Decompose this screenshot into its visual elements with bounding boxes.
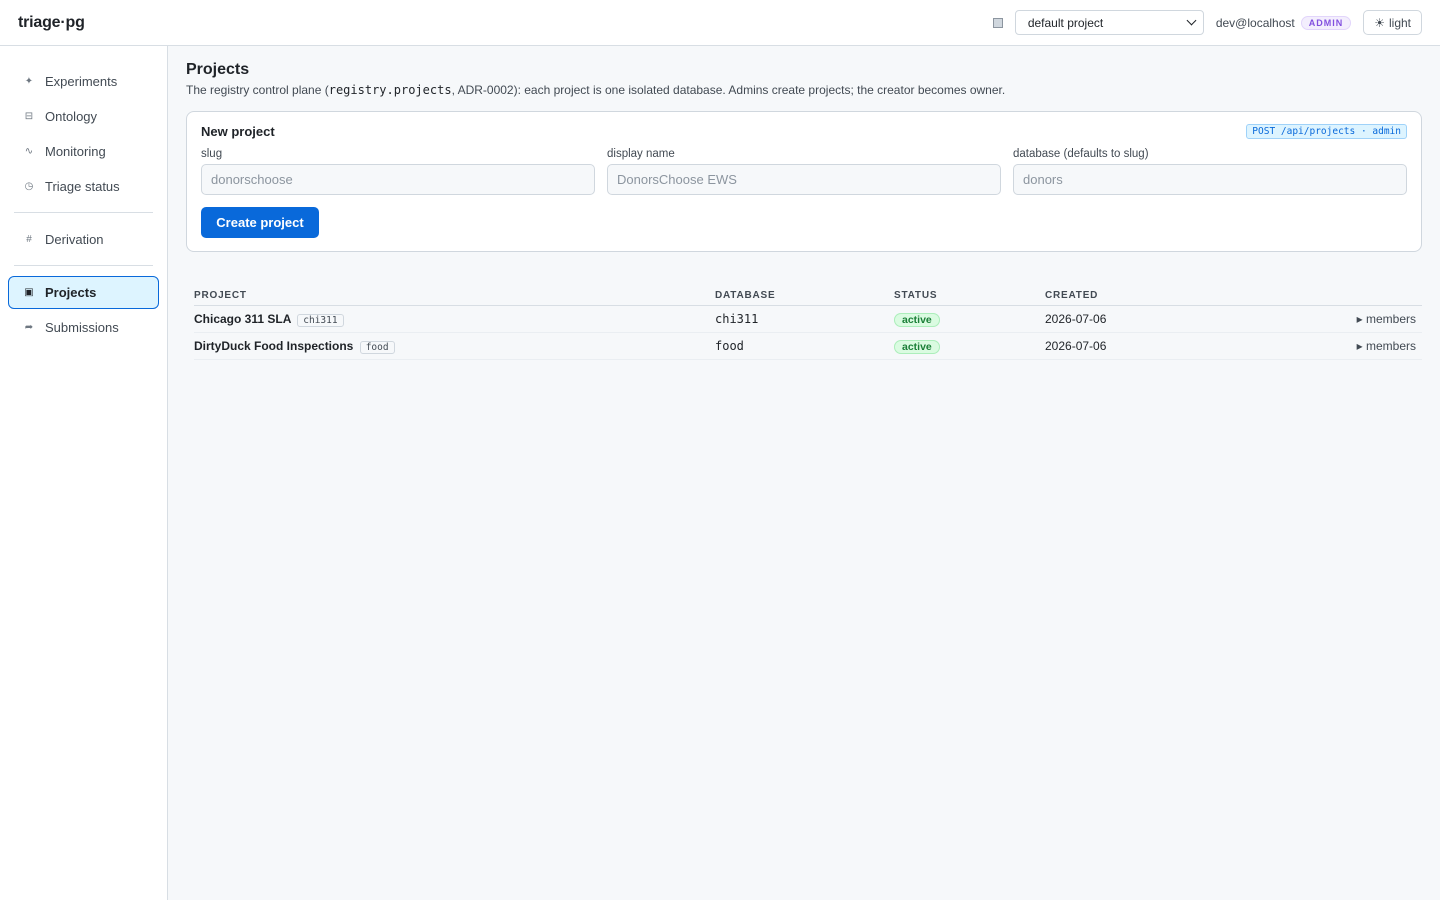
column-header-status: STATUS [894, 290, 1045, 306]
current-user: dev@localhost [1215, 15, 1295, 30]
status-cell: active [894, 305, 1045, 333]
project-select[interactable]: default project [1014, 10, 1204, 35]
sidebar-item-label: Submissions [45, 320, 119, 335]
column-header-actions [1245, 290, 1422, 306]
sidebar-divider [14, 212, 153, 213]
square-icon: ▣ [24, 287, 34, 298]
column-header-created: CREATED [1045, 290, 1245, 306]
created-cell: 2026-07-06 [1045, 332, 1245, 360]
database-cell: chi311 [715, 305, 894, 333]
field-label: database (defaults to slug) [1013, 148, 1149, 160]
project-name-cell: Chicago 311 SLA chi311 [194, 305, 715, 333]
display-name-field: display name DonorsChoose EWS [607, 148, 1001, 195]
slug-input[interactable]: donorschoose [201, 164, 595, 195]
endpoint-tag: POST /api/projects · admin [1246, 124, 1407, 139]
project-slug-tag: chi311 [297, 314, 344, 327]
sidebar-item-label: Ontology [45, 109, 98, 124]
top-bar-right: default project dev@localhost ADMIN ☀ li… [992, 10, 1422, 35]
field-label: display name [607, 148, 675, 160]
page-title: Projects [186, 61, 250, 78]
created-cell: 2026-07-06 [1045, 305, 1245, 333]
sidebar-item-label: Monitoring [45, 144, 106, 159]
app-brand[interactable]: triage·pg [18, 14, 85, 32]
sidebar-item-label: Experiments [45, 74, 118, 89]
theme-toggle-button[interactable]: ☀ light [1363, 10, 1422, 35]
top-bar: triage·pg default project dev@localhost … [0, 0, 1440, 46]
column-header-database: DATABASE [715, 290, 894, 306]
status-badge: active [894, 340, 940, 354]
form-fields: slug donorschoose display name DonorsCho… [201, 148, 1407, 195]
new-project-card: New project POST /api/projects · admin s… [186, 111, 1422, 252]
sidebar-item-label: Projects [45, 285, 97, 300]
sparkle-icon: ✦ [24, 76, 34, 87]
field-label: slug [201, 148, 223, 160]
sidebar-item-ontology[interactable]: ⊟ Ontology [8, 100, 159, 133]
sidebar-item-label: Derivation [45, 232, 104, 247]
create-project-button[interactable]: Create project [201, 207, 319, 238]
ontology-icon: ⊟ [24, 111, 34, 122]
database-field: database (defaults to slug) donors [1013, 148, 1407, 195]
sidebar-item-monitoring[interactable]: ∿ Monitoring [8, 135, 159, 168]
wave-icon: ∿ [24, 146, 34, 157]
desc-code: registry.projects [328, 83, 452, 97]
desc-text: , ADR-0002): each project is one isolate… [451, 83, 1006, 97]
project-icon [992, 17, 1003, 28]
column-header-project: PROJECT [194, 290, 715, 306]
sidebar-item-projects[interactable]: ▣ Projects [8, 276, 159, 309]
project-name: DirtyDuck Food Inspections [194, 339, 354, 353]
status-cell: active [894, 332, 1045, 360]
share-arrow-icon: ➦ [24, 322, 34, 333]
sidebar-item-triage-status[interactable]: ◷ Triage status [8, 170, 159, 203]
project-name-cell: DirtyDuck Food Inspections food [194, 332, 715, 360]
role-badge: ADMIN [1300, 15, 1352, 30]
main-content: Projects The registry control plane (reg… [168, 46, 1440, 900]
sidebar-item-label: Triage status [45, 179, 120, 194]
sidebar-item-submissions[interactable]: ➦ Submissions [8, 311, 159, 344]
database-cell: food [715, 332, 894, 360]
table-row: Chicago 311 SLA chi311 chi311 active 202… [194, 305, 1422, 333]
database-input[interactable]: donors [1013, 164, 1407, 195]
project-name: Chicago 311 SLA [194, 312, 291, 326]
page-description: The registry control plane (registry.pro… [186, 83, 1422, 97]
project-select-value: default project [1027, 15, 1104, 30]
projects-table: PROJECT DATABASE STATUS CREATED Chicago … [194, 290, 1422, 360]
hash-icon: # [26, 234, 32, 245]
status-badge: active [894, 313, 940, 327]
desc-text: The registry control plane ( [186, 83, 329, 97]
slug-field: slug donorschoose [201, 148, 595, 195]
table-row: DirtyDuck Food Inspections food food act… [194, 332, 1422, 360]
table-header-row: PROJECT DATABASE STATUS CREATED [194, 290, 1422, 306]
sidebar-item-derivation[interactable]: # Derivation [8, 223, 159, 256]
display-name-input[interactable]: DonorsChoose EWS [607, 164, 1001, 195]
theme-toggle-label: light [1388, 15, 1411, 30]
sun-icon: ☀ [1374, 15, 1385, 30]
sidebar: ✦ Experiments ⊟ Ontology ∿ Monitoring ◷ … [0, 46, 168, 900]
project-slug-tag: food [359, 341, 395, 354]
sidebar-item-experiments[interactable]: ✦ Experiments [8, 65, 159, 98]
members-toggle[interactable]: ▸ members [1245, 332, 1422, 360]
card-title: New project [201, 124, 275, 139]
sidebar-divider [14, 265, 153, 266]
chevron-down-icon [1186, 15, 1197, 26]
clock-icon: ◷ [24, 181, 34, 192]
members-toggle[interactable]: ▸ members [1245, 305, 1422, 333]
